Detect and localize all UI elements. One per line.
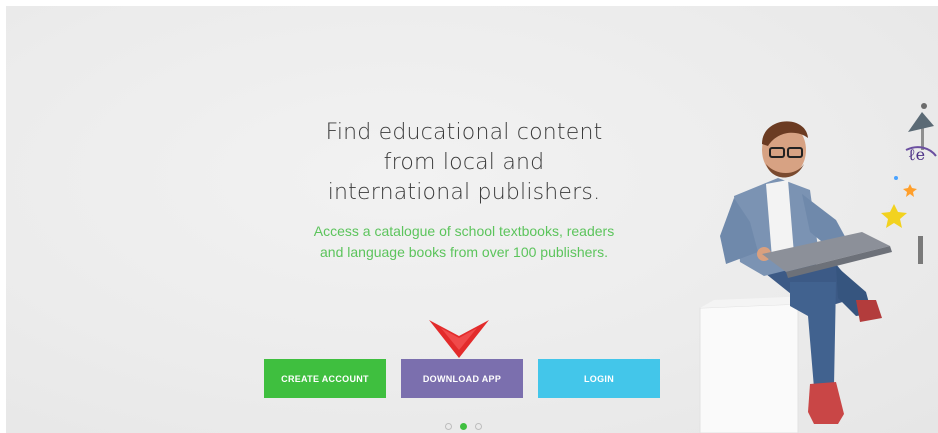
hero-banner: Find educational content from local and … — [6, 6, 938, 433]
carousel-pagination — [445, 421, 482, 431]
headline-line-3: international publishers. — [327, 180, 601, 205]
person-with-laptop-illustration: ℓe — [699, 103, 937, 433]
headline-line-1: Find educational content — [325, 120, 603, 145]
login-button[interactable]: LOGIN — [538, 359, 660, 398]
headline-line-2: from local and — [383, 150, 545, 175]
carousel-dot-1[interactable] — [445, 422, 452, 430]
svg-text:ℓe: ℓe — [908, 145, 925, 164]
hero-subline: Access a catalogue of school textbooks, … — [246, 221, 682, 263]
carousel-dot-2[interactable] — [460, 422, 467, 430]
hero-headline: Find educational content from local and … — [256, 118, 672, 208]
subline-line-1: Access a catalogue of school textbooks, … — [313, 223, 615, 239]
carousel-dot-3[interactable] — [475, 422, 482, 430]
create-account-button[interactable]: CREATE ACCOUNT — [264, 359, 386, 398]
chevron-down-pointer-icon — [429, 320, 489, 358]
subline-line-2: and language books from over 100 publish… — [320, 244, 608, 260]
download-app-button[interactable]: DOWNLOAD APP — [401, 359, 523, 398]
